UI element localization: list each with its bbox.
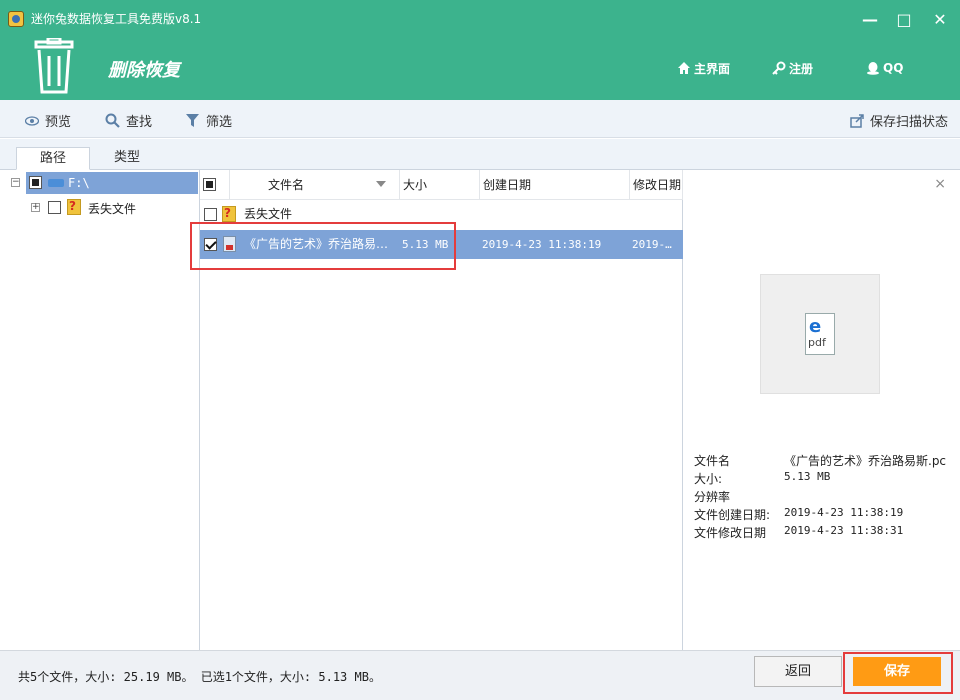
column-header-name[interactable]: 文件名 bbox=[230, 170, 400, 200]
table-row[interactable]: 丢失文件 bbox=[200, 200, 683, 229]
eye-icon bbox=[25, 115, 39, 126]
file-list: 文件名 大小 创建日期 修改日期 丢失文件 《广告的艺术》乔治路易… 5.13 … bbox=[200, 170, 683, 650]
home-icon bbox=[678, 62, 690, 74]
folder-tree: − F:\ + 丢失文件 bbox=[0, 170, 200, 650]
info-value: 2019-4-23 11:38:31 bbox=[784, 524, 904, 537]
nav-register-label: 注册 bbox=[789, 61, 814, 76]
file-size: 5.13 MB bbox=[402, 238, 449, 251]
column-header-modified[interactable]: 修改日期 bbox=[630, 170, 683, 200]
nav-register-link[interactable]: 注册 bbox=[772, 58, 813, 78]
column-header-created[interactable]: 创建日期 bbox=[480, 170, 630, 200]
search-icon bbox=[105, 113, 120, 128]
preview-label: 预览 bbox=[45, 115, 72, 130]
preview-button[interactable]: 预览 bbox=[25, 111, 71, 130]
file-thumbnail: e pdf bbox=[760, 274, 880, 394]
filter-button[interactable]: 筛选 bbox=[185, 111, 232, 130]
tab-bar: 路径 类型 bbox=[0, 139, 960, 170]
info-label: 文件创建日期: bbox=[694, 508, 771, 522]
sort-desc-icon bbox=[376, 181, 386, 187]
preview-panel: × e pdf 文件名 《广告的艺术》乔治路易斯.pc 大小: 5.13 MB … bbox=[684, 170, 960, 650]
info-label: 大小: bbox=[694, 472, 723, 486]
edge-logo-glyph: e bbox=[809, 316, 822, 337]
qq-icon bbox=[867, 62, 879, 75]
search-button[interactable]: 查找 bbox=[105, 111, 152, 130]
column-header-size[interactable]: 大小 bbox=[400, 170, 480, 200]
toolbar: 预览 查找 筛选 保存扫描状态 bbox=[0, 100, 960, 138]
row-checkbox[interactable] bbox=[204, 208, 217, 221]
tree-collapse-toggle[interactable]: − bbox=[11, 178, 20, 187]
nav-home-label: 主界面 bbox=[694, 61, 731, 76]
nav-qq-link[interactable]: QQ bbox=[866, 58, 903, 78]
search-label: 查找 bbox=[126, 115, 153, 130]
thumbnail-type-label: pdf bbox=[808, 336, 826, 349]
key-icon bbox=[772, 61, 786, 75]
info-label: 文件修改日期 bbox=[694, 526, 767, 540]
file-name: 丢失文件 bbox=[244, 207, 293, 221]
info-value: 2019-4-23 11:38:19 bbox=[784, 506, 904, 519]
nav-home-link[interactable]: 主界面 bbox=[677, 58, 730, 78]
app-logo-icon bbox=[8, 11, 24, 27]
info-label: 文件名 bbox=[694, 454, 731, 468]
row-checkbox[interactable] bbox=[204, 238, 217, 251]
trash-icon bbox=[34, 38, 74, 94]
tree-node-root[interactable]: F:\ bbox=[26, 172, 198, 194]
tree-lost-files-label[interactable]: 丢失文件 bbox=[88, 200, 136, 217]
save-button[interactable]: 保存 bbox=[853, 657, 941, 686]
tab-type[interactable]: 类型 bbox=[90, 147, 164, 170]
nav-qq-label: QQ bbox=[883, 61, 904, 75]
info-label: 分辨率 bbox=[694, 490, 731, 504]
unknown-folder-icon bbox=[222, 206, 236, 222]
title-bar: 迷你兔数据恢复工具免费版v8.1 — □ ✕ bbox=[0, 0, 960, 40]
list-header: 文件名 大小 创建日期 修改日期 bbox=[200, 170, 683, 200]
file-modified: 2019-… bbox=[632, 238, 672, 251]
tree-root-label: F:\ bbox=[68, 176, 90, 190]
tab-path[interactable]: 路径 bbox=[16, 147, 90, 170]
window-title: 迷你兔数据恢复工具免费版v8.1 bbox=[31, 12, 202, 26]
filter-label: 筛选 bbox=[206, 115, 233, 130]
pdf-file-icon bbox=[223, 236, 236, 252]
save-scan-state-label: 保存扫描状态 bbox=[870, 115, 949, 130]
close-preview-icon[interactable]: × bbox=[934, 176, 946, 192]
select-all-column bbox=[200, 170, 230, 200]
back-button[interactable]: 返回 bbox=[754, 656, 842, 687]
filter-icon bbox=[186, 114, 199, 127]
select-all-checkbox[interactable] bbox=[203, 178, 216, 191]
status-summary: 共5个文件，大小: 25.19 MB。 已选1个文件，大小: 5.13 MB。 bbox=[18, 670, 381, 684]
root-checkbox[interactable] bbox=[29, 176, 42, 189]
pdf-document-icon: e pdf bbox=[805, 313, 835, 355]
file-name: 《广告的艺术》乔治路易… bbox=[244, 237, 389, 251]
table-row[interactable]: 《广告的艺术》乔治路易… 5.13 MB 2019-4-23 11:38:19 … bbox=[200, 230, 683, 259]
info-value: 《广告的艺术》乔治路易斯.pc bbox=[784, 454, 947, 468]
minimize-button[interactable]: — bbox=[860, 10, 880, 30]
page-title: 删除恢复 bbox=[108, 60, 180, 81]
maximize-button[interactable]: □ bbox=[894, 10, 914, 30]
lost-files-checkbox[interactable] bbox=[48, 201, 61, 214]
close-button[interactable]: ✕ bbox=[930, 10, 950, 30]
tree-expand-toggle[interactable]: + bbox=[31, 203, 40, 212]
save-scan-state-button[interactable]: 保存扫描状态 bbox=[850, 111, 948, 130]
info-value: 5.13 MB bbox=[784, 470, 831, 483]
file-created: 2019-4-23 11:38:19 bbox=[482, 238, 602, 251]
unknown-folder-icon bbox=[67, 199, 81, 215]
drive-icon bbox=[48, 179, 64, 187]
app-header: 迷你兔数据恢复工具免费版v8.1 — □ ✕ 删除恢复 主界面 注册 QQ bbox=[0, 0, 960, 100]
export-icon bbox=[850, 113, 864, 128]
